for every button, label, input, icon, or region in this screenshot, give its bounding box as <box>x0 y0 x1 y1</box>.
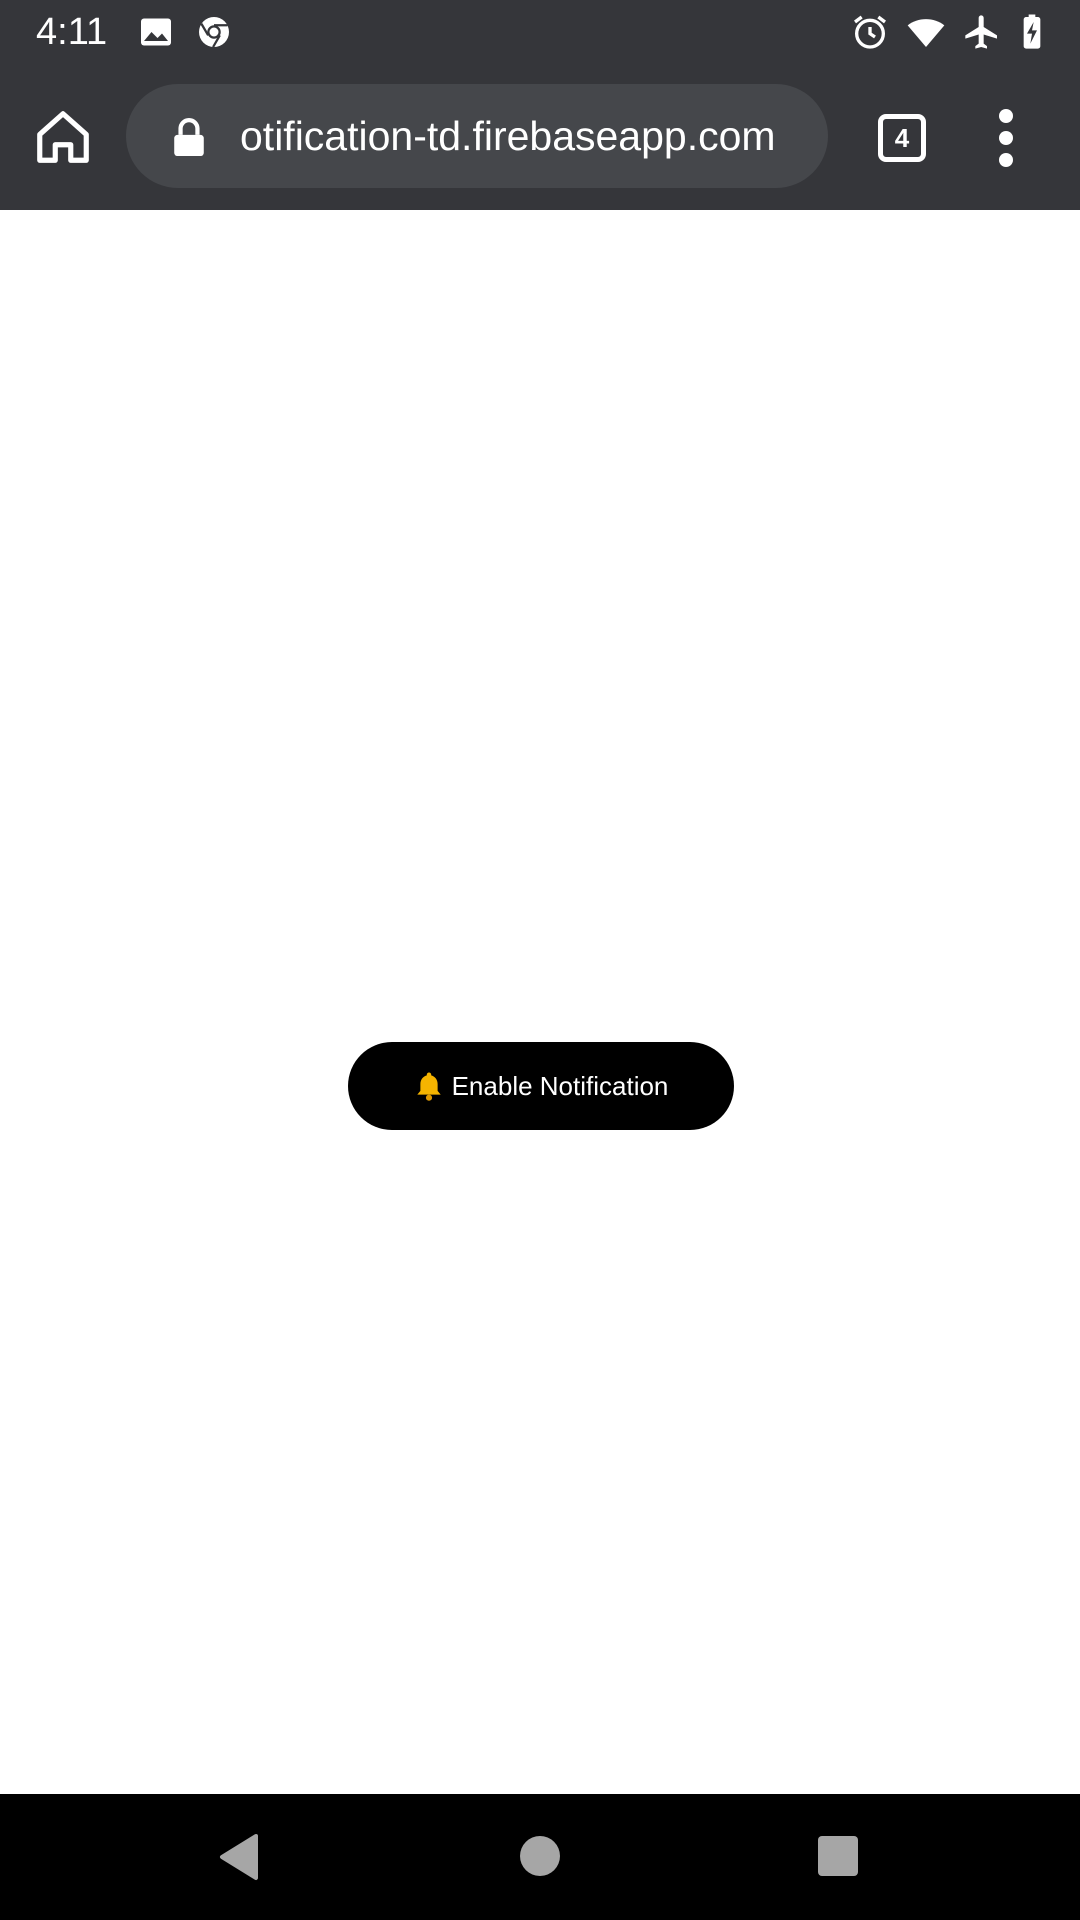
more-vert-icon[interactable] <box>990 108 1022 168</box>
bell-icon <box>416 1072 441 1101</box>
web-page-content: Enable Notification <box>0 210 1080 1794</box>
chrome-icon <box>199 17 229 48</box>
browser-toolbar: otification-td.firebaseapp.com 4 <box>0 64 1080 210</box>
lock-icon[interactable] <box>172 118 206 156</box>
enable-notification-label: Enable Notification <box>451 1070 669 1101</box>
recents-icon[interactable] <box>818 1836 858 1876</box>
battery-charging-icon <box>1023 14 1041 49</box>
tab-switcher-button[interactable]: 4 <box>878 114 926 162</box>
image-icon <box>141 18 171 46</box>
home-circle-icon[interactable] <box>520 1836 560 1876</box>
status-bar: 4:11 <box>0 0 1080 64</box>
back-icon[interactable] <box>216 1832 260 1882</box>
airplane-icon <box>965 15 997 49</box>
enable-notification-button[interactable]: Enable Notification <box>348 1042 734 1130</box>
status-time: 4:11 <box>36 11 108 53</box>
url-text[interactable]: otification-td.firebaseapp.com <box>240 108 820 164</box>
alarm-icon <box>854 15 886 49</box>
home-icon[interactable] <box>32 106 94 168</box>
tab-count: 4 <box>894 123 910 153</box>
system-nav-bar <box>0 1794 1080 1920</box>
address-bar[interactable]: otification-td.firebaseapp.com <box>126 84 828 188</box>
wifi-icon <box>907 19 945 47</box>
